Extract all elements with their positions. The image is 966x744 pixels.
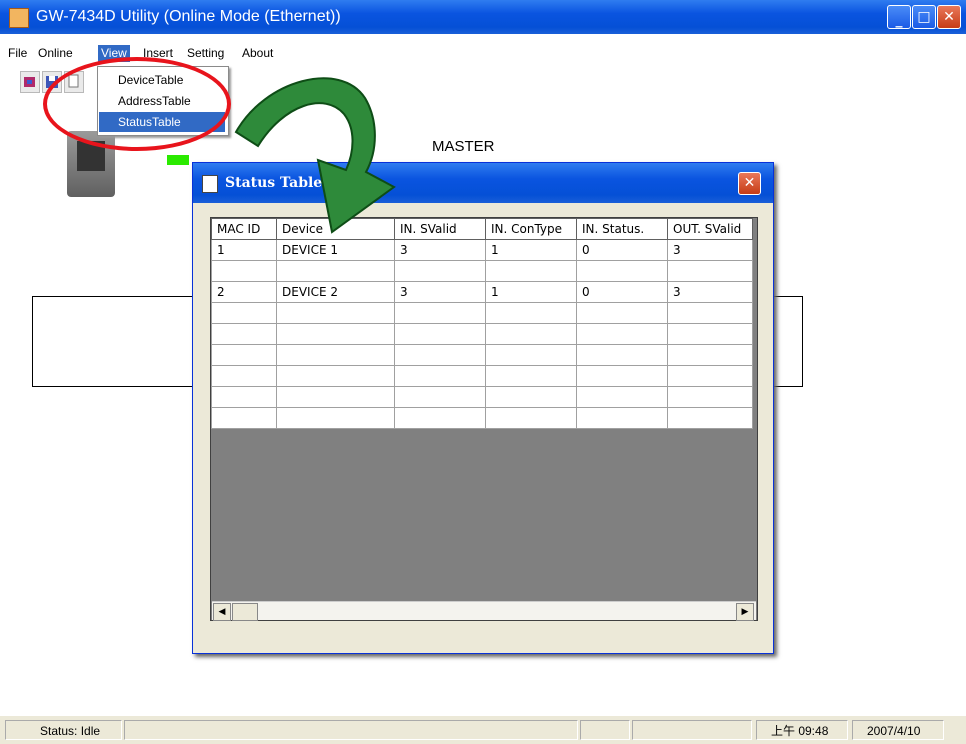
status-panel-empty-2: [580, 720, 630, 740]
status-panel-empty: [124, 720, 578, 740]
status-text: Status: Idle: [5, 720, 122, 740]
main-window: GW-7434D Utility (Online Mode (Ethernet)…: [0, 0, 966, 744]
status-time: 上午 09:48: [756, 720, 848, 740]
status-panel-empty-3: [632, 720, 752, 740]
annotation-green-arrow: [234, 77, 396, 234]
status-date: 2007/4/10: [852, 720, 944, 740]
status-bar: Status: Idle 上午 09:48 2007/4/10: [0, 716, 966, 744]
